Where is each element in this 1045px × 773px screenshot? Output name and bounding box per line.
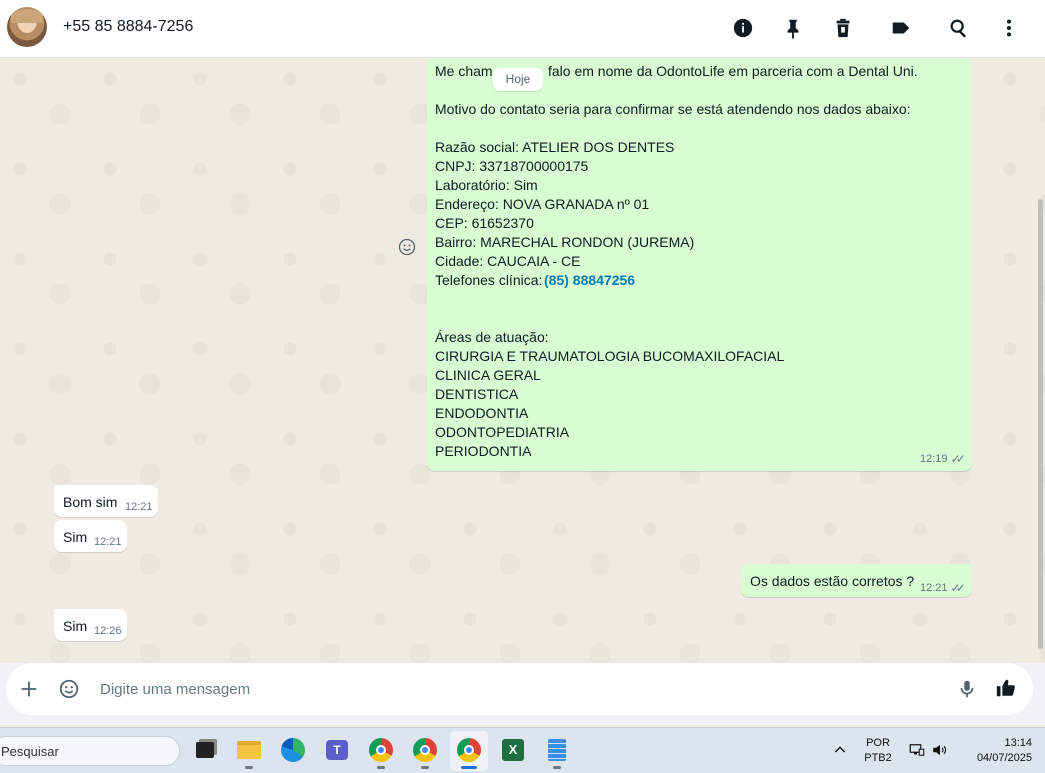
message-text: Os dados estão corretos ?	[750, 573, 915, 589]
message-text: Bom sim	[63, 494, 118, 510]
incoming-message-bubble[interactable]: Sim 12:26	[54, 609, 127, 641]
system-clock[interactable]: 13:14 04/07/2025	[958, 736, 1036, 766]
label-icon[interactable]	[887, 14, 915, 42]
notepad-icon[interactable]	[543, 736, 571, 769]
message-line: Me cham	[435, 63, 493, 79]
sticker-icon[interactable]	[56, 676, 82, 702]
pin-icon[interactable]	[779, 14, 807, 42]
chrome-profile-icon[interactable]	[411, 736, 439, 769]
date-chip: Hoje	[493, 68, 543, 91]
message-line: Cidade: CAUCAIA - CE	[435, 253, 581, 269]
chat-header: +55 85 8884-7256	[0, 0, 1045, 58]
language-code: POR	[866, 737, 890, 749]
message-line: Endereço: NOVA GRANADA nº 01	[435, 196, 650, 212]
excel-icon[interactable]: X	[499, 736, 527, 764]
message-line: DENTISTICA	[435, 386, 519, 402]
read-ticks-icon: ✓✓	[950, 452, 966, 466]
file-explorer-icon[interactable]	[235, 736, 263, 769]
message-input[interactable]	[100, 677, 920, 701]
search-icon[interactable]	[945, 14, 973, 42]
clock-time: 13:14	[1004, 737, 1032, 749]
incoming-message-bubble[interactable]: Sim 12:21	[54, 520, 127, 552]
composer-box	[6, 663, 1033, 715]
message-line: CLINICA GERAL	[435, 367, 541, 383]
message-line: Áreas de atuação:	[435, 329, 549, 345]
windows-taskbar: Pesquisar T X POR PTB2 13:14 04/07/2025	[0, 727, 1045, 773]
message-line: CEP: 61652370	[435, 215, 534, 231]
message-line: CIRURGIA E TRAUMATOLOGIA BUCOMAXILOFACIA…	[435, 348, 785, 364]
message-line: Laboratório: Sim	[435, 177, 538, 193]
message-line: CNPJ: 33718700000175	[435, 158, 589, 174]
message-text: Sim	[63, 618, 88, 634]
keyboard-layout: PTB2	[864, 752, 892, 764]
message-time: 12:21	[920, 582, 948, 594]
microphone-icon[interactable]	[954, 676, 980, 702]
read-ticks-icon: ✓✓	[950, 581, 966, 595]
info-icon[interactable]	[729, 14, 757, 42]
contact-avatar[interactable]	[7, 7, 47, 47]
chat-scrollbar[interactable]	[1038, 199, 1043, 649]
emoji-reaction-icon[interactable]	[395, 235, 419, 259]
thumbs-up-icon[interactable]	[993, 675, 1019, 701]
attach-plus-icon[interactable]	[16, 676, 42, 702]
chrome-profile-icon[interactable]	[367, 736, 395, 769]
clock-date: 04/07/2025	[976, 752, 1032, 764]
message-line: Telefones clínica:	[435, 272, 543, 288]
edge-browser-icon[interactable]	[279, 736, 307, 764]
message-meta: 12:19 ✓✓	[920, 452, 966, 466]
chat-area[interactable]: Me cham falo em nome da OdontoLife em pa…	[0, 59, 1045, 663]
message-meta: 12:21 ✓✓	[920, 581, 966, 595]
chevron-up-icon[interactable]	[826, 736, 854, 764]
taskbar-search[interactable]: Pesquisar	[0, 736, 180, 766]
message-time: 12:19	[920, 453, 948, 465]
contact-name[interactable]: +55 85 8884-7256	[63, 18, 193, 36]
outgoing-message-bubble[interactable]: Os dados estão corretos ? 12:21 ✓✓	[741, 564, 972, 597]
volume-icon[interactable]	[926, 736, 954, 764]
chrome-active-icon[interactable]	[455, 736, 483, 769]
message-line: Motivo do contato seria para confirmar s…	[435, 101, 911, 117]
task-view-icon[interactable]	[191, 736, 219, 764]
message-line: falo em nome da OdontoLife em parceria c…	[548, 63, 918, 79]
message-line: Bairro: MARECHAL RONDON (JUREMA)	[435, 234, 695, 250]
message-line: ENDODONTIA	[435, 405, 529, 421]
message-line: ODONTOPEDIATRIA	[435, 424, 570, 440]
incoming-message-bubble[interactable]: Bom sim 12:21	[54, 485, 158, 517]
message-text: Sim	[63, 529, 88, 545]
message-line: PERIODONTIA	[435, 443, 532, 459]
input-language[interactable]: POR PTB2	[862, 736, 894, 766]
taskbar-search-label: Pesquisar	[1, 744, 59, 759]
delete-icon[interactable]	[829, 14, 857, 42]
phone-link[interactable]: (85) 88847256	[544, 271, 635, 290]
composer-bar	[0, 663, 1045, 725]
teams-icon[interactable]: T	[323, 736, 351, 764]
message-line: Razão social: ATELIER DOS DENTES	[435, 139, 675, 155]
outgoing-message-bubble[interactable]: Me cham falo em nome da OdontoLife em pa…	[427, 59, 972, 471]
message-time: 12:21	[125, 501, 153, 513]
message-time: 12:26	[94, 625, 122, 637]
menu-icon[interactable]	[995, 14, 1023, 42]
message-time: 12:21	[94, 536, 122, 548]
